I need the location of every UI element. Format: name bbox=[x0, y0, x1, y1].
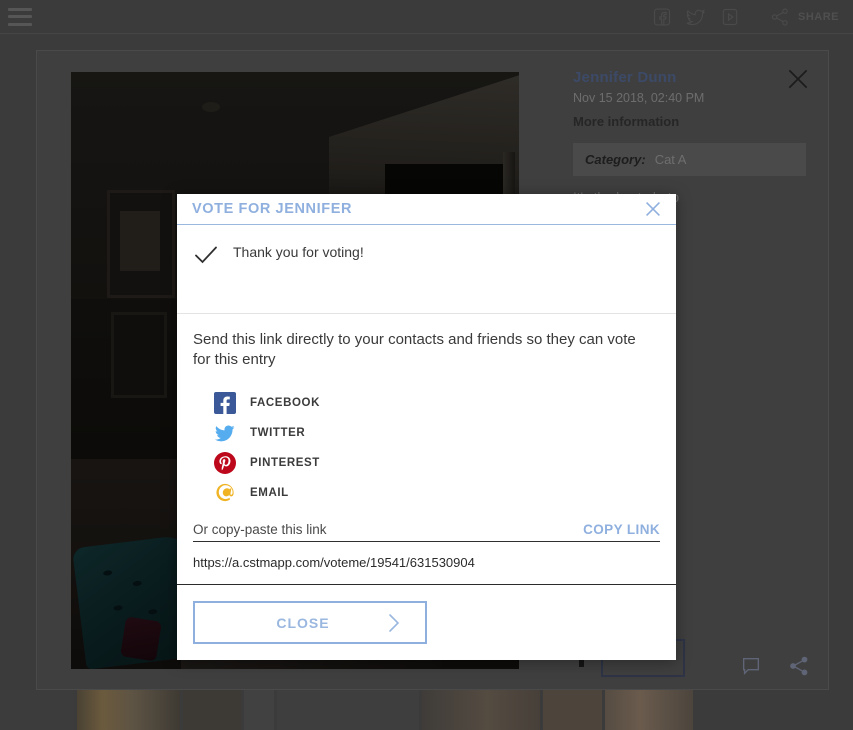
background-gallery bbox=[0, 690, 853, 730]
chevron-right-icon bbox=[383, 612, 405, 634]
entrant-name[interactable]: Jennifer Dunn bbox=[573, 69, 806, 86]
gallery-thumbnail[interactable] bbox=[422, 690, 540, 730]
facebook-icon[interactable] bbox=[652, 7, 672, 27]
twitter-icon[interactable] bbox=[686, 7, 706, 27]
share-option-twitter[interactable]: TWITTER bbox=[193, 418, 660, 448]
copy-link-section: Or copy-paste this link COPY LINK https:… bbox=[177, 514, 676, 570]
share-option-label: TWITTER bbox=[250, 426, 306, 439]
share-nodes-icon[interactable] bbox=[788, 655, 810, 677]
top-bar: SHARE bbox=[0, 0, 853, 34]
share-label[interactable]: SHARE bbox=[798, 11, 839, 23]
close-icon[interactable] bbox=[784, 65, 812, 93]
detail-actions bbox=[740, 655, 810, 677]
thank-you-section: Thank you for voting! bbox=[177, 225, 676, 313]
gallery-thumbnail[interactable] bbox=[76, 690, 180, 730]
video-icon[interactable] bbox=[720, 7, 740, 27]
copy-link-hint: Or copy-paste this link bbox=[193, 521, 327, 537]
email-icon bbox=[214, 482, 236, 504]
hamburger-bar bbox=[8, 22, 32, 26]
close-button[interactable]: CLOSE bbox=[193, 601, 427, 644]
gallery-thumbnail[interactable] bbox=[696, 690, 853, 730]
page-root: SHARE Jennifer Dunn Nov 15 2018, 02:40 P… bbox=[0, 0, 853, 730]
share-option-pinterest[interactable]: PINTEREST bbox=[193, 448, 660, 478]
hamburger-bar bbox=[8, 15, 32, 18]
share-options-list: FACEBOOK TWITTER PINTEREST EMAIL bbox=[193, 388, 660, 508]
modal-header: VOTE FOR JENNIFER bbox=[177, 194, 676, 225]
hamburger-bar bbox=[8, 7, 32, 11]
share-button-group[interactable]: SHARE bbox=[770, 7, 839, 27]
share-section: Send this link directly to your contacts… bbox=[177, 314, 676, 514]
twitter-icon bbox=[214, 422, 236, 444]
comment-icon[interactable] bbox=[740, 655, 762, 677]
category-value: Cat A bbox=[654, 152, 687, 167]
modal-footer: CLOSE bbox=[177, 584, 676, 660]
checkmark-icon bbox=[193, 242, 219, 268]
gallery-thumbnail[interactable] bbox=[542, 690, 602, 730]
share-option-email[interactable]: EMAIL bbox=[193, 478, 660, 508]
gallery-thumbnail[interactable] bbox=[244, 690, 274, 730]
hamburger-menu-icon[interactable] bbox=[8, 7, 32, 26]
share-url-text[interactable]: https://a.cstmapp.com/voteme/19541/63153… bbox=[193, 555, 660, 570]
category-label: Category: bbox=[585, 152, 646, 167]
more-information-label: More information bbox=[573, 114, 680, 129]
share-option-facebook[interactable]: FACEBOOK bbox=[193, 388, 660, 418]
entry-date: Nov 15 2018, 02:40 PM bbox=[573, 91, 705, 105]
copy-link-button[interactable]: COPY LINK bbox=[583, 522, 660, 537]
share-instructions: Send this link directly to your contacts… bbox=[193, 331, 636, 368]
close-button-label: CLOSE bbox=[276, 614, 330, 631]
gallery-thumbnail[interactable] bbox=[0, 690, 74, 730]
share-option-label: EMAIL bbox=[250, 486, 289, 499]
vote-confirmation-modal: VOTE FOR JENNIFER Thank you for voting! … bbox=[177, 194, 676, 660]
gallery-thumbnail[interactable] bbox=[182, 690, 242, 730]
gallery-thumbnail[interactable] bbox=[604, 690, 694, 730]
gallery-thumbnail[interactable] bbox=[276, 690, 420, 730]
modal-title: VOTE FOR JENNIFER bbox=[192, 201, 353, 217]
pinterest-icon bbox=[214, 451, 236, 474]
category-field: Category: Cat A bbox=[573, 143, 806, 176]
copy-link-row: Or copy-paste this link COPY LINK bbox=[193, 522, 660, 542]
share-nodes-icon[interactable] bbox=[770, 7, 790, 27]
share-option-label: PINTEREST bbox=[250, 456, 320, 469]
facebook-icon bbox=[214, 391, 236, 414]
thank-you-message: Thank you for voting! bbox=[233, 244, 364, 260]
share-option-label: FACEBOOK bbox=[250, 396, 320, 409]
top-bar-actions: SHARE bbox=[652, 7, 853, 27]
close-icon[interactable] bbox=[642, 198, 664, 220]
